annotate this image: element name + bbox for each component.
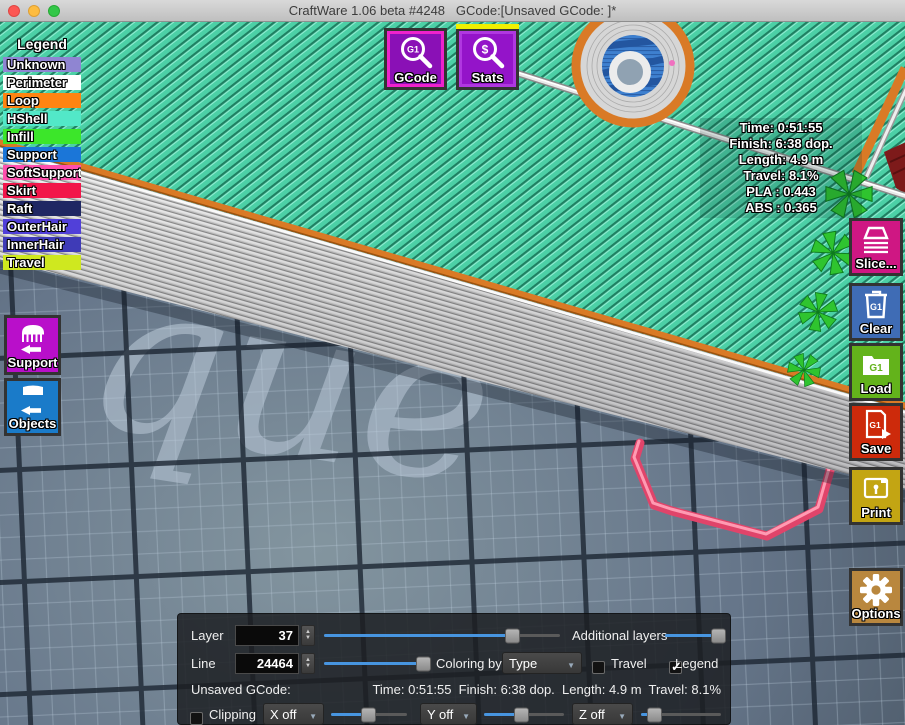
options-button[interactable]: Options — [849, 568, 903, 626]
travel-checkbox[interactable] — [592, 661, 605, 674]
clip-z-dropdown[interactable]: Z off — [572, 703, 633, 725]
chevron-down-icon — [462, 707, 470, 722]
gear-icon — [859, 573, 893, 607]
legend-item-softsupport: SoftSupport — [3, 165, 81, 180]
clip-z-slider[interactable] — [641, 707, 721, 721]
coloring-by-label: Coloring by — [436, 656, 502, 671]
clear-gcode-button[interactable]: G1 Clear — [849, 283, 903, 341]
legend-item-infill: Infill — [3, 129, 81, 144]
slice-icon — [859, 223, 893, 257]
print-button-label: Print — [861, 506, 891, 520]
support-button-label: Support — [8, 356, 58, 370]
magnifier-g1-icon: G1 — [398, 35, 434, 71]
clipping-label: Clipping — [209, 707, 256, 722]
info-finish: Finish: 6:38 dop. — [700, 136, 862, 152]
coloring-by-value: Type — [509, 656, 537, 671]
layer-value-input[interactable] — [235, 625, 299, 646]
legend-item-innerhair: InnerHair — [3, 237, 81, 252]
info-abs: ABS : 0.365 — [700, 200, 862, 216]
clip-x-slider[interactable] — [331, 707, 407, 721]
object-arrow-icon — [16, 383, 50, 417]
clip-y-value: Y off — [427, 707, 453, 722]
print-button[interactable]: Print — [849, 467, 903, 525]
minimize-window-button[interactable] — [28, 5, 40, 17]
chevron-down-icon — [567, 656, 575, 671]
load-gcode-button[interactable]: G1 Load — [849, 343, 903, 401]
clip-x-value: X off — [270, 707, 297, 722]
zoom-window-button[interactable] — [48, 5, 60, 17]
svg-text:G1: G1 — [406, 45, 418, 55]
gcode-button-label: GCode — [394, 71, 437, 85]
save-gcode-button[interactable]: G1 Save — [849, 403, 903, 461]
save-button-label: Save — [861, 442, 891, 456]
layer-slider[interactable] — [324, 628, 560, 642]
craftware-window: que — [0, 0, 905, 725]
print-info-overlay: Time: 0:51:55 Finish: 6:38 dop. Length: … — [700, 118, 862, 218]
chevron-down-icon — [309, 707, 317, 722]
additional-layers-label: Additional layers — [572, 628, 667, 643]
svg-text:G1: G1 — [869, 420, 881, 430]
options-button-label: Options — [851, 607, 900, 621]
coloring-by-dropdown[interactable]: Type — [502, 652, 582, 674]
gcode-view-button[interactable]: G1 GCode — [384, 28, 447, 90]
legend-item-outerhair: OuterHair — [3, 219, 81, 234]
line-slider[interactable] — [324, 656, 428, 670]
load-button-label: Load — [860, 382, 891, 396]
circular-hole-feature — [575, 22, 691, 124]
line-stepper[interactable] — [301, 653, 315, 674]
legend-checkbox-label: Legend — [675, 656, 718, 671]
titlebar: CraftWare 1.06 beta #4248 GCode:[Unsaved… — [0, 0, 905, 22]
travel-checkbox-label: Travel — [611, 656, 647, 671]
layer-label: Layer — [191, 628, 224, 643]
additional-layers-slider[interactable] — [665, 628, 721, 642]
support-tool-button[interactable]: Support — [4, 315, 61, 375]
close-window-button[interactable] — [8, 5, 20, 17]
clear-button-label: Clear — [860, 322, 893, 336]
clipping-checkbox[interactable] — [190, 712, 203, 725]
printer-touch-icon — [859, 472, 893, 506]
legend-item-support: Support — [3, 147, 81, 162]
info-time: Time: 0:51:55 — [700, 120, 862, 136]
legend-panel: Legend Unknown Perimeter Loop HShell Inf… — [3, 36, 81, 270]
stats-button-label: Stats — [472, 71, 504, 85]
svg-text:G1: G1 — [869, 363, 883, 374]
window-title: CraftWare 1.06 beta #4248 GCode:[Unsaved… — [289, 3, 617, 18]
magnifier-dollar-icon: $ — [470, 35, 506, 71]
stats-view-button[interactable]: $ Stats — [456, 28, 519, 90]
legend-item-perimeter: Perimeter — [3, 75, 81, 90]
trash-g1-icon: G1 — [859, 288, 893, 322]
legend-item-skirt: Skirt — [3, 183, 81, 198]
document-g1-save-icon: G1 — [859, 408, 893, 442]
info-travel: Travel: 8.1% — [700, 168, 862, 184]
svg-text:G1: G1 — [870, 302, 882, 312]
layer-stepper[interactable] — [301, 625, 315, 646]
info-pla: PLA : 0.443 — [700, 184, 862, 200]
clip-y-slider[interactable] — [484, 707, 564, 721]
legend-title: Legend — [3, 36, 81, 52]
legend-item-travel: Travel — [3, 255, 81, 270]
gcode-stats-line: Time: 0:51:55 Finish: 6:38 dop. Length: … — [372, 682, 721, 697]
clip-y-dropdown[interactable]: Y off — [420, 703, 477, 725]
clip-z-value: Z off — [579, 707, 605, 722]
line-label: Line — [191, 656, 216, 671]
objects-tool-button[interactable]: Objects — [4, 378, 61, 436]
svg-text:$: $ — [481, 43, 488, 57]
gcode-status-text: Unsaved GCode: — [191, 682, 291, 697]
chevron-down-icon — [618, 707, 626, 722]
objects-button-label: Objects — [9, 417, 57, 431]
folder-g1-icon: G1 — [859, 348, 893, 382]
gcode-control-panel: Layer Additional layers Line Colo — [177, 613, 731, 725]
info-length: Length: 4.9 m — [700, 152, 862, 168]
slice-button-label: Slice... — [855, 257, 896, 271]
legend-item-loop: Loop — [3, 93, 81, 108]
stats-active-indicator — [456, 24, 519, 29]
legend-item-hshell: HShell — [3, 111, 81, 126]
slice-button[interactable]: Slice... — [849, 218, 903, 276]
legend-item-raft: Raft — [3, 201, 81, 216]
legend-item-unknown: Unknown — [3, 57, 81, 72]
clip-x-dropdown[interactable]: X off — [263, 703, 324, 725]
line-value-input[interactable] — [235, 653, 299, 674]
support-arrow-icon — [16, 322, 50, 356]
